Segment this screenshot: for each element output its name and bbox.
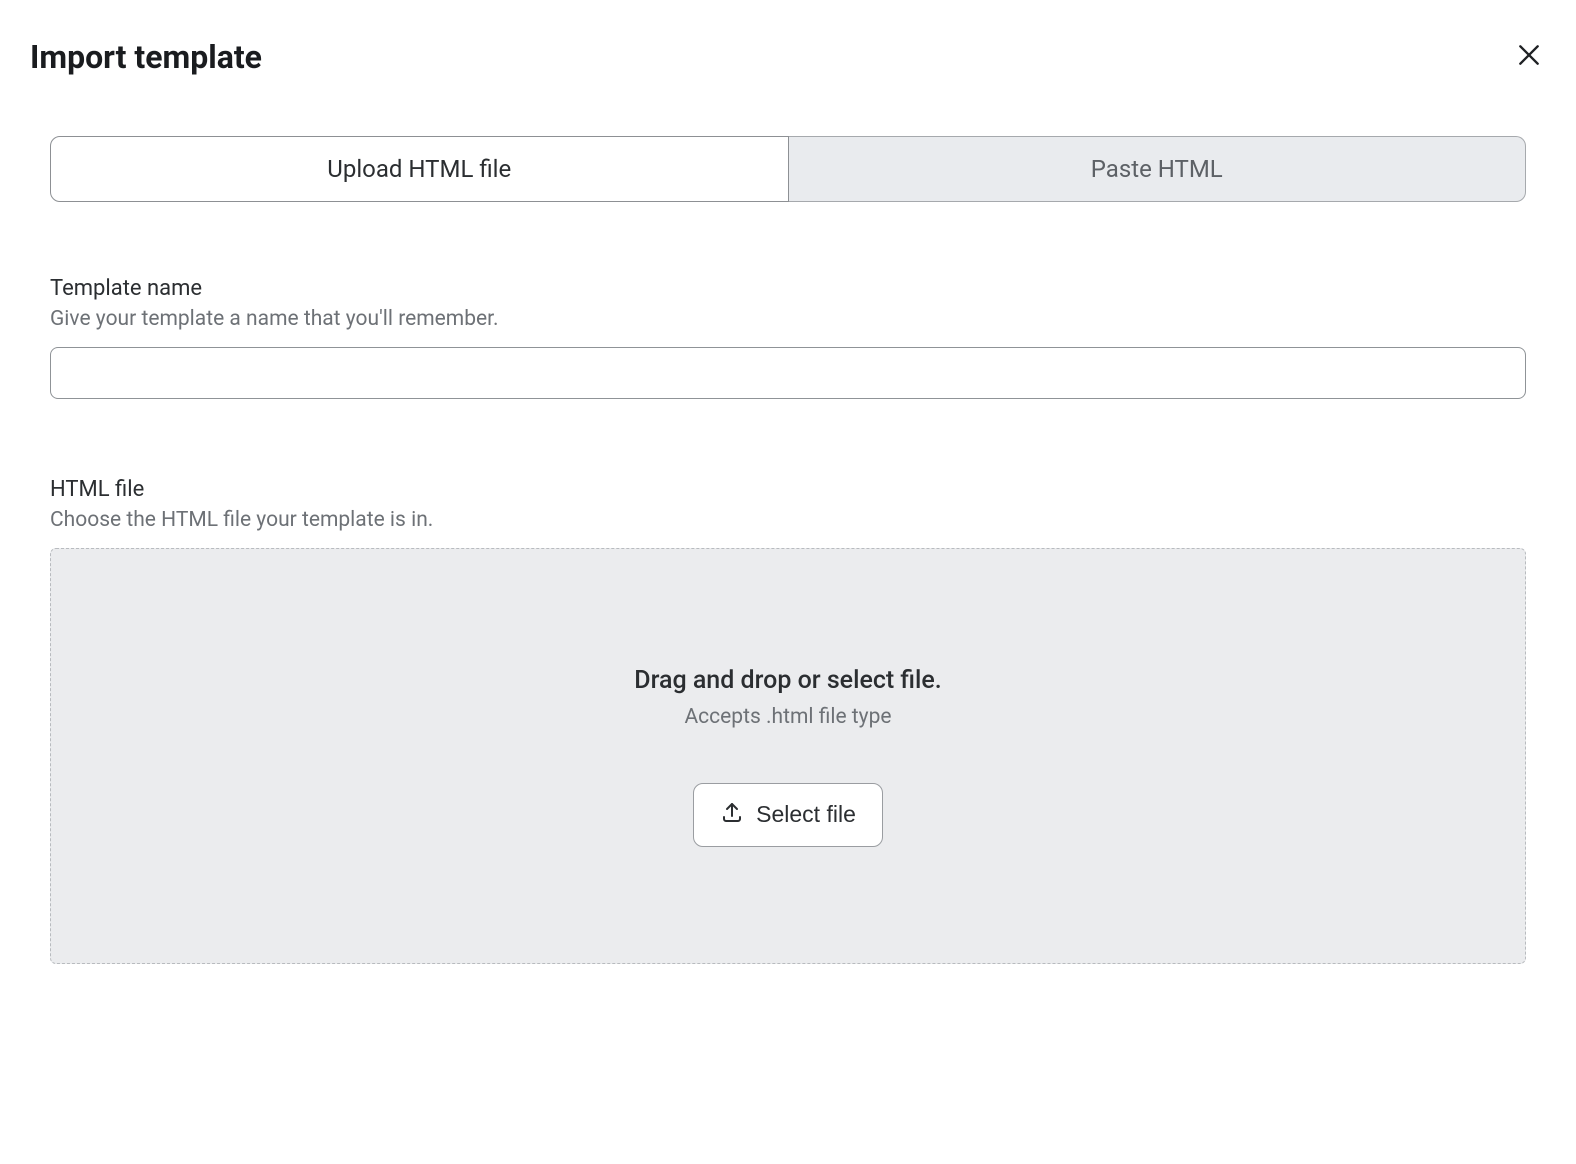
template-name-input[interactable] <box>50 347 1526 399</box>
upload-icon <box>720 800 744 830</box>
html-file-label: HTML file <box>50 477 1526 502</box>
dropzone-secondary-text: Accepts .html file type <box>684 705 891 729</box>
template-name-field: Template name Give your template a name … <box>50 276 1526 399</box>
modal-header: Import template <box>30 38 1546 76</box>
modal-content: Upload HTML file Paste HTML Template nam… <box>30 136 1546 964</box>
tab-upload-html-file[interactable]: Upload HTML file <box>50 136 789 202</box>
import-mode-tabs: Upload HTML file Paste HTML <box>50 136 1526 202</box>
select-file-label: Select file <box>756 801 856 828</box>
template-name-help: Give your template a name that you'll re… <box>50 307 1526 331</box>
tab-label: Paste HTML <box>1091 155 1223 183</box>
tab-label: Upload HTML file <box>327 155 511 183</box>
html-file-help: Choose the HTML file your template is in… <box>50 508 1526 532</box>
select-file-button[interactable]: Select file <box>693 783 883 847</box>
template-name-label: Template name <box>50 276 1526 301</box>
file-dropzone[interactable]: Drag and drop or select file. Accepts .h… <box>50 548 1526 964</box>
close-button[interactable] <box>1512 38 1546 75</box>
close-icon <box>1516 42 1542 71</box>
html-file-field: HTML file Choose the HTML file your temp… <box>50 477 1526 964</box>
tab-paste-html[interactable]: Paste HTML <box>789 136 1527 202</box>
modal-title: Import template <box>30 38 262 76</box>
dropzone-primary-text: Drag and drop or select file. <box>634 666 942 695</box>
